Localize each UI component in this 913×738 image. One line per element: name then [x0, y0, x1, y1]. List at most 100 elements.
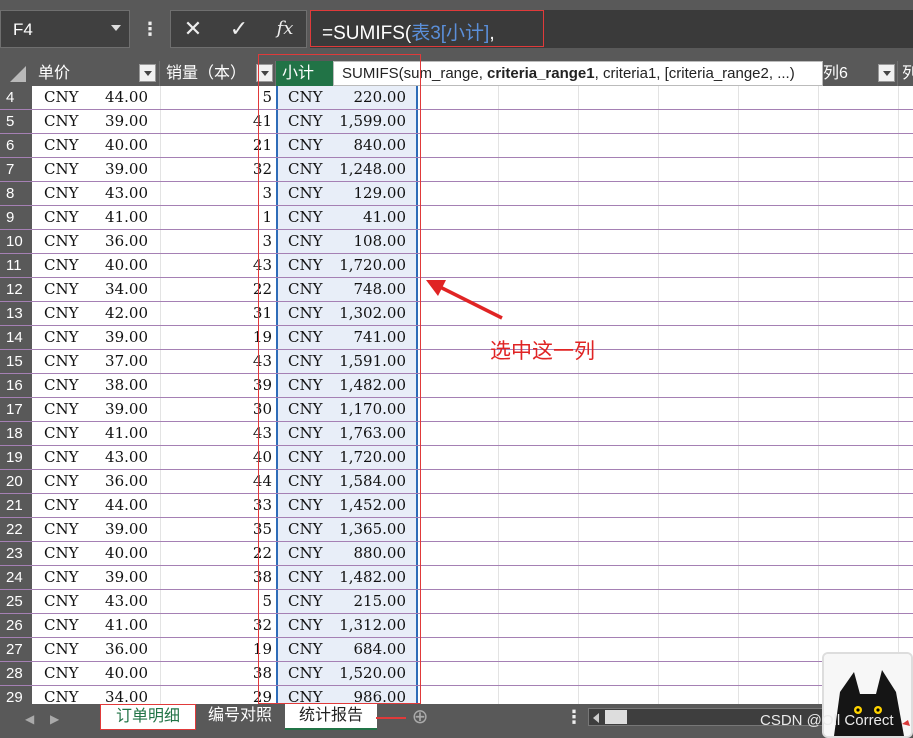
cell-quantity[interactable]: 30 [160, 398, 272, 421]
cell-currency[interactable]: CNY [44, 566, 84, 589]
cell-currency[interactable]: CNY [44, 662, 84, 685]
row-number[interactable]: 21 [0, 494, 32, 517]
cell-quantity[interactable]: 22 [160, 278, 272, 301]
row-number[interactable]: 16 [0, 374, 32, 397]
cell-unit-price[interactable]: 42.00 [84, 302, 148, 325]
row-number[interactable]: 23 [0, 542, 32, 565]
cell-currency[interactable]: CNY [44, 110, 84, 133]
cell-unit-price[interactable]: 39.00 [84, 566, 148, 589]
table-row[interactable]: 5 CNY 39.00 41 CNY 1,599.00 [0, 110, 913, 134]
cell-unit-price[interactable]: 39.00 [84, 398, 148, 421]
cell-unit-price[interactable]: 39.00 [84, 158, 148, 181]
cell-unit-price[interactable]: 40.00 [84, 254, 148, 277]
row-number[interactable]: 14 [0, 326, 32, 349]
scroll-left-icon[interactable] [593, 713, 599, 723]
row-number[interactable]: 8 [0, 182, 32, 205]
sheet-tab-report[interactable]: 统计报告 [285, 704, 377, 730]
cell-currency[interactable]: CNY [44, 590, 84, 613]
cell-quantity[interactable]: 19 [160, 326, 272, 349]
cell-currency[interactable]: CNY [44, 470, 84, 493]
spreadsheet-grid[interactable]: 4 CNY 44.00 5 CNY 220.00 5 CNY 39.00 41 CNY 1,599.0… [0, 86, 913, 704]
cancel-icon[interactable]: ✕ [171, 11, 215, 47]
cell-unit-price[interactable]: 43.00 [84, 590, 148, 613]
table-row[interactable]: 22 CNY 39.00 35 CNY 1,365.00 [0, 518, 913, 542]
cell-currency[interactable]: CNY [44, 686, 84, 704]
table-row[interactable]: 17 CNY 39.00 30 CNY 1,170.00 [0, 398, 913, 422]
row-number[interactable]: 11 [0, 254, 32, 277]
cell-unit-price[interactable]: 37.00 [84, 350, 148, 373]
table-row[interactable]: 25 CNY 43.00 5 CNY 215.00 [0, 590, 913, 614]
cell-quantity[interactable]: 3 [160, 182, 272, 205]
row-number[interactable]: 5 [0, 110, 32, 133]
cell-currency[interactable]: CNY [44, 230, 84, 253]
cell-unit-price[interactable]: 41.00 [84, 614, 148, 637]
row-number[interactable]: 10 [0, 230, 32, 253]
row-number[interactable]: 7 [0, 158, 32, 181]
sheet-nav-right-icon[interactable]: ▶ [50, 712, 59, 726]
chevron-down-icon[interactable] [111, 25, 121, 31]
cell-quantity[interactable]: 39 [160, 374, 272, 397]
cell-quantity[interactable]: 5 [160, 590, 272, 613]
cell-unit-price[interactable]: 40.00 [84, 662, 148, 685]
filter-dropdown-icon[interactable] [878, 64, 895, 82]
table-row[interactable]: 28 CNY 40.00 38 CNY 1,520.00 [0, 662, 913, 686]
sheet-tab-codes[interactable]: 编号对照 [200, 704, 280, 730]
cell-quantity[interactable]: 38 [160, 662, 272, 685]
row-number[interactable]: 24 [0, 566, 32, 589]
table-row[interactable]: 23 CNY 40.00 22 CNY 880.00 [0, 542, 913, 566]
cell-unit-price[interactable]: 44.00 [84, 494, 148, 517]
table-row[interactable]: 29 CNY 34.00 29 CNY 986.00 [0, 686, 913, 704]
scrollbar-thumb[interactable] [605, 710, 627, 724]
cell-currency[interactable]: CNY [44, 326, 84, 349]
cell-quantity[interactable]: 44 [160, 470, 272, 493]
cell-quantity[interactable]: 1 [160, 206, 272, 229]
cell-unit-price[interactable]: 41.00 [84, 206, 148, 229]
table-row[interactable]: 26 CNY 41.00 32 CNY 1,312.00 [0, 614, 913, 638]
cell-currency[interactable]: CNY [44, 350, 84, 373]
cell-currency[interactable]: CNY [44, 182, 84, 205]
table-row[interactable]: 19 CNY 43.00 40 CNY 1,720.00 [0, 446, 913, 470]
row-number[interactable]: 19 [0, 446, 32, 469]
table-row[interactable]: 21 CNY 44.00 33 CNY 1,452.00 [0, 494, 913, 518]
cell-unit-price[interactable]: 40.00 [84, 134, 148, 157]
row-number[interactable]: 29 [0, 686, 32, 704]
cell-quantity[interactable]: 22 [160, 542, 272, 565]
more-options-icon[interactable]: ⋮ [565, 707, 583, 728]
col-header-unit-price[interactable]: 单价 [32, 61, 160, 86]
table-row[interactable]: 18 CNY 41.00 43 CNY 1,763.00 [0, 422, 913, 446]
cell-quantity[interactable]: 35 [160, 518, 272, 541]
cell-currency[interactable]: CNY [44, 494, 84, 517]
cell-currency[interactable]: CNY [44, 254, 84, 277]
cell-quantity[interactable]: 43 [160, 350, 272, 373]
cell-quantity[interactable]: 21 [160, 134, 272, 157]
cell-quantity[interactable]: 38 [160, 566, 272, 589]
table-row[interactable]: 27 CNY 36.00 19 CNY 684.00 [0, 638, 913, 662]
table-row[interactable]: 15 CNY 37.00 43 CNY 1,591.00 [0, 350, 913, 374]
sheet-tab-orders[interactable]: 订单明细 [100, 704, 196, 730]
row-number[interactable]: 9 [0, 206, 32, 229]
enter-icon[interactable]: ✓ [217, 11, 261, 47]
cell-quantity[interactable]: 43 [160, 422, 272, 445]
cell-currency[interactable]: CNY [44, 134, 84, 157]
table-row[interactable]: 6 CNY 40.00 21 CNY 840.00 [0, 134, 913, 158]
row-number[interactable]: 4 [0, 86, 32, 109]
cell-unit-price[interactable]: 41.00 [84, 422, 148, 445]
cell-quantity[interactable]: 31 [160, 302, 272, 325]
row-number[interactable]: 18 [0, 422, 32, 445]
cell-quantity[interactable]: 40 [160, 446, 272, 469]
cell-unit-price[interactable]: 43.00 [84, 182, 148, 205]
cell-currency[interactable]: CNY [44, 374, 84, 397]
row-number[interactable]: 22 [0, 518, 32, 541]
cell-unit-price[interactable]: 43.00 [84, 446, 148, 469]
cell-quantity[interactable]: 19 [160, 638, 272, 661]
row-number[interactable]: 12 [0, 278, 32, 301]
row-number[interactable]: 13 [0, 302, 32, 325]
cell-unit-price[interactable]: 40.00 [84, 542, 148, 565]
table-row[interactable]: 16 CNY 38.00 39 CNY 1,482.00 [0, 374, 913, 398]
table-row[interactable]: 7 CNY 39.00 32 CNY 1,248.00 [0, 158, 913, 182]
col-header-next[interactable]: 列 [898, 61, 913, 86]
row-number[interactable]: 17 [0, 398, 32, 421]
cell-currency[interactable]: CNY [44, 206, 84, 229]
table-row[interactable]: 4 CNY 44.00 5 CNY 220.00 [0, 86, 913, 110]
cell-unit-price[interactable]: 39.00 [84, 110, 148, 133]
